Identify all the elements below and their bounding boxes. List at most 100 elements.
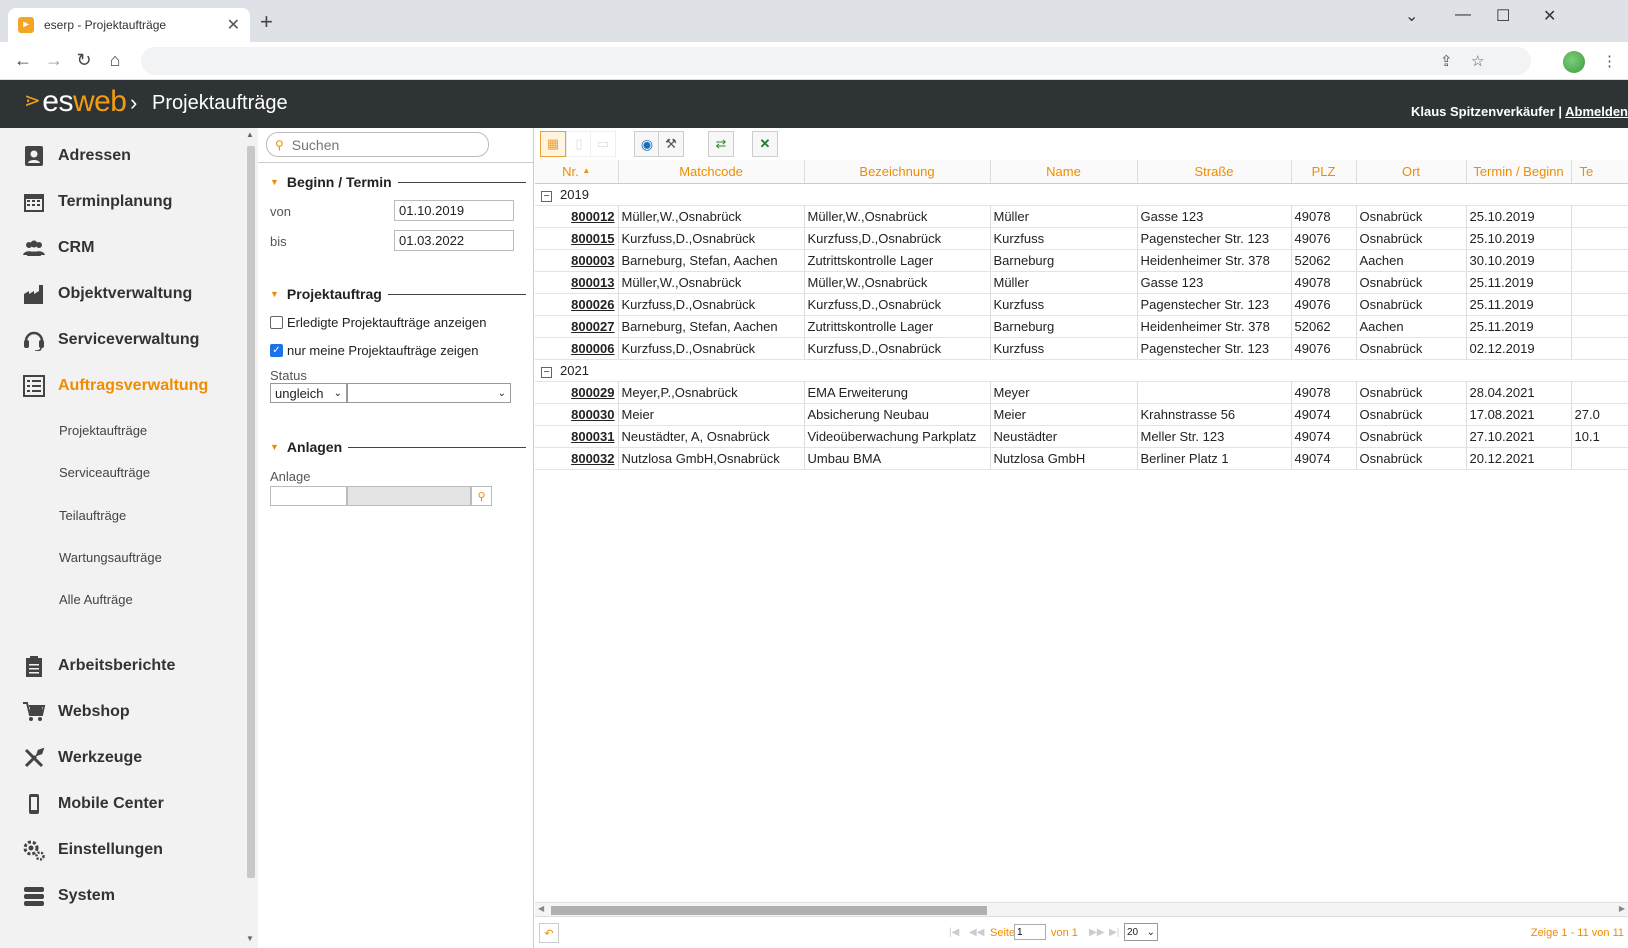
- order-number-link[interactable]: 800031: [535, 425, 619, 448]
- anlage-code-field[interactable]: [270, 486, 347, 506]
- grid-scroll-thumb[interactable]: [551, 906, 987, 915]
- only-mine-checkbox[interactable]: ✓ nur meine Projektaufträge zeigen: [270, 343, 479, 358]
- new-tab-button[interactable]: +: [260, 11, 273, 33]
- collapse-group-icon[interactable]: −: [541, 366, 552, 378]
- section-projektauftrag[interactable]: ▼ Projektauftrag: [270, 286, 526, 302]
- table-row[interactable]: 800027 Barneburg, Stefan, Aachen Zutrittsk…: [535, 315, 1628, 338]
- esweb-logo[interactable]: ⋗esweb: [24, 85, 127, 119]
- scroll-left-icon[interactable]: ◀: [538, 904, 544, 913]
- von-date-field[interactable]: [394, 200, 514, 221]
- column-header-plz[interactable]: PLZ: [1291, 160, 1357, 184]
- stamp-button[interactable]: ⚒: [658, 131, 684, 157]
- sidebar-item-objektverwaltung[interactable]: Objektverwaltung: [22, 280, 192, 308]
- minimize-icon[interactable]: —: [1455, 6, 1471, 24]
- column-header-name[interactable]: Name: [990, 160, 1138, 184]
- collapse-group-icon[interactable]: −: [541, 190, 552, 202]
- search-box[interactable]: ⚲: [266, 132, 489, 157]
- status-operator-select[interactable]: ungleich ⌄: [270, 383, 347, 403]
- last-page-icon[interactable]: ▶|: [1109, 927, 1119, 938]
- section-anlagen[interactable]: ▼ Anlagen: [270, 439, 526, 455]
- sidebar-item-webshop[interactable]: Webshop: [22, 698, 130, 726]
- bookmark-star-icon[interactable]: ☆: [1471, 52, 1484, 70]
- column-settings-button[interactable]: ⇄: [708, 131, 734, 157]
- sidebar-item-serviceverwaltung[interactable]: Serviceverwaltung: [22, 326, 199, 354]
- column-header-bezeichnung[interactable]: Bezeichnung: [804, 160, 991, 184]
- grid-view-button[interactable]: ▦: [540, 131, 566, 157]
- reload-icon[interactable]: ↻: [73, 50, 95, 71]
- prev-page-icon[interactable]: ◀◀: [969, 927, 984, 938]
- share-icon[interactable]: ⇪: [1440, 52, 1453, 70]
- column-header-nr[interactable]: Nr. ▲: [535, 160, 619, 184]
- page-number-input[interactable]: [1014, 924, 1046, 940]
- order-number-link[interactable]: 800029: [535, 381, 619, 404]
- home-icon[interactable]: ⌂: [104, 50, 126, 71]
- order-number-link[interactable]: 800006: [535, 337, 619, 360]
- table-row[interactable]: 800013 Müller,W.,Osnabrück Müller,W.,Osnab…: [535, 271, 1628, 294]
- sidebar-item-terminplanung[interactable]: Terminplanung: [22, 188, 172, 216]
- order-number-link[interactable]: 800015: [535, 227, 619, 250]
- folder-view-button[interactable]: ▭: [590, 131, 616, 157]
- table-row[interactable]: 800031 Neustädter, A, Osnabrück Videoüberw…: [535, 425, 1628, 448]
- order-number-link[interactable]: 800003: [535, 249, 619, 272]
- sidebar-scrollbar[interactable]: ▲ ▼: [244, 128, 258, 948]
- sidebar-item-adressen[interactable]: Adressen: [22, 142, 131, 170]
- column-header-strasse[interactable]: Straße: [1137, 160, 1292, 184]
- tab-close-icon[interactable]: ✕: [227, 15, 240, 35]
- group-row[interactable]: −2021: [535, 359, 1628, 382]
- logout-link[interactable]: Abmelden: [1565, 104, 1628, 119]
- forward-icon[interactable]: →: [43, 50, 65, 71]
- excel-export-button[interactable]: ✕: [752, 131, 778, 157]
- anlage-search-button[interactable]: ⚲: [471, 486, 492, 506]
- url-field[interactable]: [141, 47, 1531, 75]
- refresh-button[interactable]: ↶: [539, 923, 559, 943]
- grid-horizontal-scrollbar[interactable]: ◀ ▶: [535, 902, 1628, 916]
- sidebar-subitem-serviceauftraege[interactable]: Serviceaufträge: [59, 465, 150, 480]
- sidebar-item-system[interactable]: System: [22, 882, 115, 910]
- status-value-select[interactable]: ⌄: [347, 383, 511, 403]
- scroll-up-icon[interactable]: ▲: [246, 130, 254, 139]
- order-number-link[interactable]: 800012: [535, 205, 619, 228]
- sidebar-item-mobile-center[interactable]: Mobile Center: [22, 790, 164, 818]
- sidebar-item-crm[interactable]: CRM: [22, 234, 94, 262]
- sidebar-item-auftragsverwaltung[interactable]: Auftragsverwaltung: [22, 372, 208, 400]
- column-header-te[interactable]: Te: [1571, 160, 1628, 184]
- column-header-termin[interactable]: Termin / Beginn: [1466, 160, 1572, 184]
- sidebar-scroll-thumb[interactable]: [247, 146, 255, 878]
- table-row[interactable]: 800006 Kurzfuss,D.,Osnabrück Kurzfuss,D.,O…: [535, 337, 1628, 360]
- sidebar-item-einstellungen[interactable]: Einstellungen: [22, 836, 163, 864]
- column-header-matchcode[interactable]: Matchcode: [618, 160, 805, 184]
- order-number-link[interactable]: 800013: [535, 271, 619, 294]
- sidebar-subitem-wartungsauftraege[interactable]: Wartungsaufträge: [59, 550, 162, 565]
- order-number-link[interactable]: 800030: [535, 403, 619, 426]
- order-number-link[interactable]: 800027: [535, 315, 619, 338]
- sidebar-subitem-teilauftraege[interactable]: Teilaufträge: [59, 508, 126, 523]
- table-row[interactable]: 800026 Kurzfuss,D.,Osnabrück Kurzfuss,D.,O…: [535, 293, 1628, 316]
- profile-avatar[interactable]: [1563, 51, 1585, 73]
- table-row[interactable]: 800012 Müller,W.,Osnabrück Müller,W.,Osnab…: [535, 205, 1628, 228]
- table-row[interactable]: 800029 Meyer,P.,Osnabrück EMA Erweiterung M…: [535, 381, 1628, 404]
- scroll-down-icon[interactable]: ▼: [246, 934, 254, 943]
- next-page-icon[interactable]: ▶▶: [1089, 927, 1104, 938]
- section-beginn-termin[interactable]: ▼ Beginn / Termin: [270, 174, 526, 190]
- table-row[interactable]: 800032 Nutzlosa GmbH,Osnabrück Umbau BMA Nu…: [535, 447, 1628, 470]
- page-size-select[interactable]: 20 ⌄: [1124, 923, 1158, 941]
- group-row[interactable]: −2019: [535, 183, 1628, 206]
- sidebar-subitem-projektauftraege[interactable]: Projektaufträge: [59, 423, 147, 438]
- maximize-icon[interactable]: ☐: [1496, 6, 1510, 26]
- browser-tab[interactable]: ▸ eserp - Projektaufträge ✕: [8, 8, 250, 42]
- search-input[interactable]: [291, 136, 472, 153]
- sidebar-item-arbeitsberichte[interactable]: Arbeitsberichte: [22, 652, 175, 680]
- bis-date-field[interactable]: [394, 230, 514, 251]
- sidebar-subitem-alle-auftraege[interactable]: Alle Aufträge: [59, 592, 133, 607]
- table-row[interactable]: 800003 Barneburg, Stefan, Aachen Zutrittsk…: [535, 249, 1628, 272]
- print-button[interactable]: ◉: [634, 131, 660, 157]
- show-completed-checkbox[interactable]: Erledigte Projektaufträge anzeigen: [270, 315, 486, 330]
- column-header-ort[interactable]: Ort: [1356, 160, 1467, 184]
- first-page-icon[interactable]: |◀: [949, 927, 959, 938]
- browser-menu-icon[interactable]: ⋮: [1602, 52, 1617, 70]
- order-number-link[interactable]: 800026: [535, 293, 619, 316]
- order-number-link[interactable]: 800032: [535, 447, 619, 470]
- table-row[interactable]: 800030 Meier Absicherung Neubau Meier Krahns…: [535, 403, 1628, 426]
- scroll-right-icon[interactable]: ▶: [1619, 904, 1625, 913]
- split-view-button[interactable]: ▯: [566, 131, 592, 157]
